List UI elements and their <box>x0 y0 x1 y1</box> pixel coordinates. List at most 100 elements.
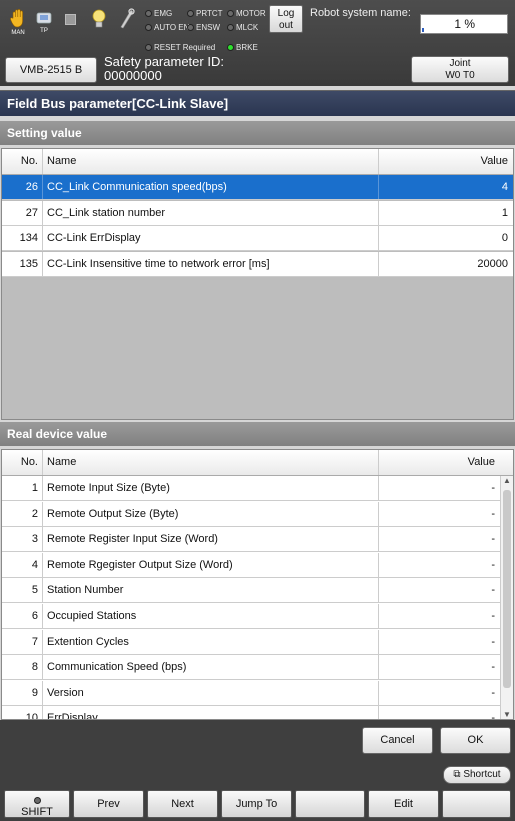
table-row[interactable]: 135 CC-Link Insensitive time to network e… <box>2 251 513 277</box>
vertical-scrollbar[interactable]: ▲ ▼ <box>500 476 513 719</box>
table-row[interactable]: 7 Extention Cycles - <box>2 629 500 655</box>
row-value: - <box>491 635 495 648</box>
real-device-value-header: Real device value <box>0 422 515 446</box>
table-row[interactable]: 3 Remote Register Input Size (Word) - <box>2 527 500 553</box>
row-value: 1 <box>501 206 508 219</box>
table-row[interactable]: 8 Communication Speed (bps) - <box>2 655 500 681</box>
table-row[interactable]: 6 Occupied Stations - <box>2 604 500 629</box>
joint-coordinate-button[interactable]: Joint W0 T0 <box>411 56 509 83</box>
edit-key[interactable]: Edit <box>368 790 439 818</box>
row-no: 5 <box>2 578 43 603</box>
row-value: - <box>491 507 495 520</box>
shift-label: SHIFT <box>21 806 53 818</box>
table-row[interactable]: 27 CC_Link station number 1 <box>2 200 513 226</box>
row-name: Remote Rgegister Output Size (Word) <box>43 552 379 577</box>
row-name: Station Number <box>43 578 379 603</box>
logout-label-1: Log <box>277 8 295 19</box>
table-row[interactable]: 1 Remote Input Size (Byte) - <box>2 476 500 501</box>
next-key[interactable]: Next <box>147 790 218 818</box>
logout-button[interactable]: Log out <box>269 5 303 33</box>
setting-value-header: Setting value <box>0 121 515 145</box>
row-no: 134 <box>2 226 43 251</box>
row-name: Communication Speed (bps) <box>43 655 379 680</box>
emg-label: EMG <box>154 9 173 18</box>
auto-en-status: AUTO EN <box>145 23 189 32</box>
shift-key[interactable]: SHIFT <box>4 790 70 818</box>
emg-status: EMG <box>145 9 172 18</box>
cancel-button[interactable]: Cancel <box>362 727 433 754</box>
row-name: Remote Output Size (Byte) <box>43 501 379 526</box>
joint-label: Joint <box>449 58 471 69</box>
row-no: 135 <box>2 251 43 276</box>
row-no: 3 <box>2 527 43 552</box>
progress-box: 1 % <box>420 14 508 34</box>
robot-system-name-label: Robot system name: <box>310 7 411 19</box>
row-name: Version <box>43 680 379 705</box>
robot-model-button[interactable]: VMB-2515 B <box>5 57 97 83</box>
col-name-header: Name <box>43 149 379 174</box>
row-name: ErrDisplay <box>43 706 379 719</box>
setting-value-panel: No. Name Value 26 CC_Link Communication s… <box>1 148 514 420</box>
row-value: - <box>491 661 495 674</box>
jump-to-key[interactable]: Jump To <box>221 790 292 818</box>
row-value: - <box>491 533 495 546</box>
table-row[interactable]: 134 CC-Link ErrDisplay 0 <box>2 226 513 252</box>
scrollbar-thumb[interactable] <box>503 490 511 688</box>
mlck-status: MLCK <box>227 23 258 32</box>
col-value-header: Value <box>480 155 508 167</box>
prev-key[interactable]: Prev <box>73 790 144 818</box>
shortcut-icon: ⧉ <box>453 769 461 780</box>
scroll-down-icon[interactable]: ▼ <box>501 710 513 719</box>
col-no-header: No. <box>2 149 43 174</box>
row-value: - <box>491 686 495 699</box>
prtct-label: PRTCT <box>196 9 223 18</box>
brke-label: BRKE <box>236 43 258 52</box>
row-no: 7 <box>2 629 43 654</box>
shortcut-button[interactable]: ⧉ Shortcut <box>443 766 511 784</box>
row-value: 0 <box>501 232 508 245</box>
col-value-header: Value <box>467 456 495 468</box>
table-row[interactable]: 5 Station Number - <box>2 578 500 604</box>
motor-led <box>227 10 234 18</box>
table-row[interactable]: 10 ErrDisplay - <box>2 706 500 720</box>
setting-table-header: No. Name Value <box>2 149 513 175</box>
motor-label: MOTOR <box>236 9 266 18</box>
manual-mode-indicator[interactable]: MAN <box>6 8 30 36</box>
row-value: - <box>491 712 495 720</box>
real-device-panel: No. Name Value 1 Remote Input Size (Byte)… <box>1 449 514 720</box>
col-no-header: No. <box>2 450 43 475</box>
status-bar: MAN TP EMG PRTCT MOTOR AUTO EN ENSW MLCK… <box>0 0 515 86</box>
row-name: CC-Link ErrDisplay <box>43 226 379 251</box>
lightbulb-icon[interactable] <box>91 8 107 30</box>
function-key-5[interactable] <box>295 790 365 818</box>
row-no: 10 <box>2 706 43 719</box>
ok-button[interactable]: OK <box>440 727 511 754</box>
teach-pendant-indicator[interactable]: TP <box>33 10 55 34</box>
reset-led <box>145 44 152 52</box>
prtct-led <box>187 10 194 18</box>
stop-icon[interactable] <box>65 14 76 25</box>
wrench-icon[interactable] <box>119 8 135 30</box>
table-row[interactable]: 26 CC_Link Communication speed(bps) 4 <box>2 175 513 200</box>
safety-parameter-value: 00000000 <box>104 68 162 83</box>
row-no: 4 <box>2 552 43 577</box>
table-row[interactable]: 9 Version - <box>2 680 500 706</box>
tp-label: TP <box>40 28 48 34</box>
reset-required-status: RESET Required <box>145 43 215 52</box>
mlck-label: MLCK <box>236 23 259 32</box>
scroll-up-icon[interactable]: ▲ <box>501 476 513 485</box>
row-no: 6 <box>2 604 43 628</box>
emg-led <box>145 10 152 18</box>
function-key-7[interactable] <box>442 790 511 818</box>
table-row[interactable]: 4 Remote Rgegister Output Size (Word) - <box>2 552 500 578</box>
table-row[interactable]: 2 Remote Output Size (Byte) - <box>2 501 500 527</box>
row-name: CC-Link Insensitive time to network erro… <box>43 251 379 276</box>
ensw-led <box>187 24 194 32</box>
progress-value: 1 % <box>454 17 475 31</box>
hand-icon <box>10 9 23 28</box>
shift-led <box>33 796 41 804</box>
ensw-status: ENSW <box>187 23 220 32</box>
row-value: 20000 <box>477 257 508 270</box>
row-value: 4 <box>501 181 508 193</box>
ensw-label: ENSW <box>196 23 220 32</box>
